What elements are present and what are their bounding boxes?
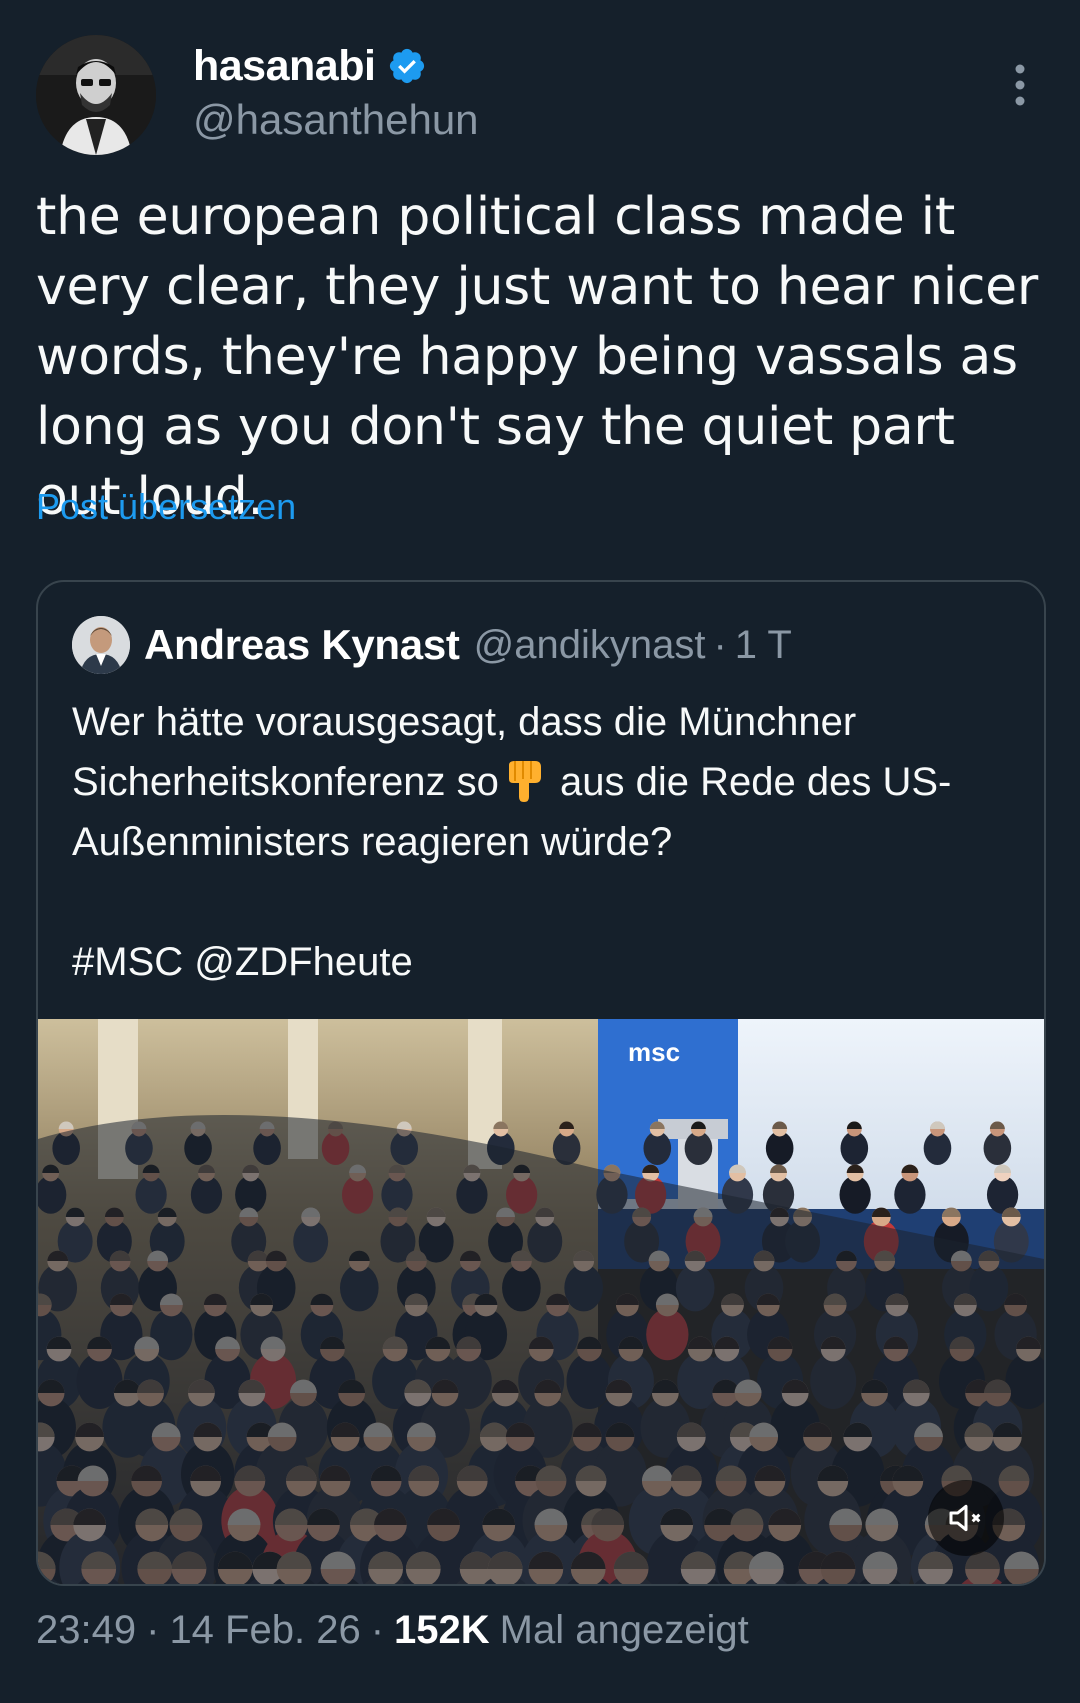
- quoted-author-handle: @andikynast: [473, 622, 706, 667]
- tweet-meta: 23:49 · 14 Feb. 26 · 152K Mal angezeigt: [36, 1608, 749, 1653]
- quoted-tags: #MSC @ZDFheute: [72, 940, 413, 984]
- quoted-separator: ·: [713, 622, 727, 667]
- quoted-author-avatar[interactable]: [72, 616, 130, 674]
- author-info[interactable]: hasanabi @hasanthehun: [193, 40, 479, 144]
- author-avatar[interactable]: [36, 35, 156, 155]
- tweet: hasanabi @hasanthehun the european polit…: [0, 0, 1080, 1703]
- stage-logo-text: msc: [628, 1037, 680, 1067]
- views-label: Mal angezeigt: [499, 1608, 749, 1652]
- tweet-text: the european political class made it ver…: [36, 187, 1038, 527]
- quoted-author-name: Andreas Kynast: [144, 621, 460, 668]
- meta-separator: ·: [370, 1608, 385, 1652]
- quoted-tweet[interactable]: Andreas Kynast @andikynast · 1 T Wer hät…: [36, 580, 1046, 1586]
- translate-post-link[interactable]: Post übersetzen: [36, 486, 296, 528]
- author-name[interactable]: hasanabi: [193, 42, 376, 91]
- view-count: 152K: [394, 1608, 490, 1652]
- author-name-row: hasanabi: [193, 40, 479, 92]
- mute-button[interactable]: [928, 1480, 1004, 1556]
- pointing-down-emoji-icon: [499, 759, 549, 803]
- author-handle[interactable]: @hasanthehun: [193, 96, 479, 144]
- more-options-icon[interactable]: [1000, 60, 1040, 110]
- speaker-muted-icon: [946, 1498, 986, 1538]
- post-time[interactable]: 23:49: [36, 1608, 136, 1653]
- post-date[interactable]: 14 Feb. 26: [169, 1608, 360, 1653]
- verified-badge-icon: [387, 46, 427, 86]
- meta-separator: ·: [146, 1608, 160, 1652]
- quoted-tweet-text: Wer hätte vorausgesagt, dass die Münchne…: [72, 692, 1022, 992]
- quoted-timestamp: 1 T: [734, 622, 792, 667]
- quoted-video[interactable]: msc: [38, 1019, 1044, 1584]
- quoted-tweet-header: Andreas Kynast @andikynast · 1 T: [72, 616, 792, 674]
